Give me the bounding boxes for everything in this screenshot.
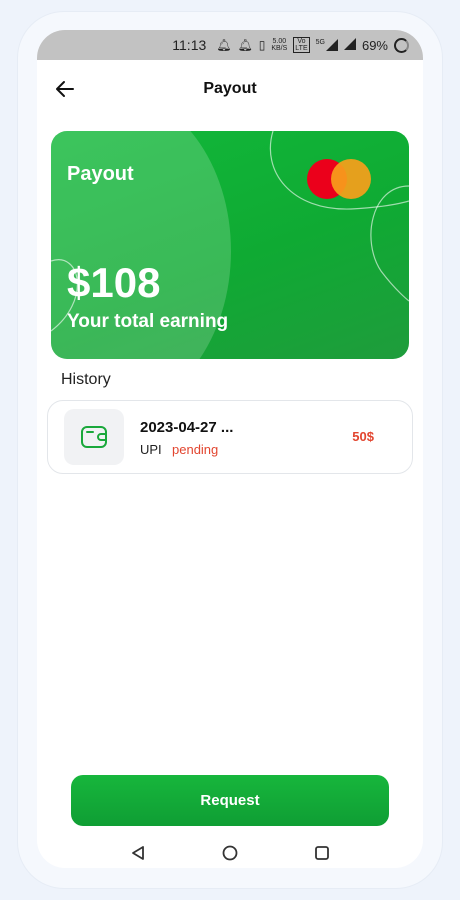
history-list-item[interactable]: 2023-04-27 ... UPI pending 50$ — [47, 400, 413, 474]
net-speed-value: 5.00 — [272, 38, 287, 45]
system-nav-bar — [37, 838, 423, 868]
mastercard-logo — [307, 159, 371, 201]
total-earning-amount: $108 — [67, 259, 161, 306]
battery-percent: 69% — [361, 37, 388, 53]
volte-bottom: LTE — [295, 45, 308, 52]
status-time: 11:13 — [172, 37, 207, 53]
wallet-icon — [81, 426, 107, 448]
page-title: Payout — [203, 80, 257, 97]
history-method: UPI — [140, 442, 162, 457]
volte-top: Vo — [297, 38, 306, 45]
header: Payout — [37, 60, 423, 118]
history-heading: History — [61, 371, 111, 388]
net-speed: 5.00 KB/S — [271, 38, 287, 52]
home-circle-icon[interactable] — [220, 843, 240, 863]
history-amount: 50$ — [352, 429, 374, 444]
recents-square-icon[interactable] — [312, 843, 332, 863]
network-type: 5G — [315, 39, 325, 46]
net-speed-unit: KB/S — [271, 45, 288, 52]
back-triangle-icon[interactable] — [128, 843, 148, 863]
signal-icon: 5G — [316, 39, 338, 51]
vibrate-icon: ▯ — [258, 38, 266, 52]
battery-icon — [394, 37, 409, 53]
bell-icon: 🔔︎ — [216, 38, 232, 52]
wallet-tile — [64, 409, 124, 465]
app-screen: 11:13 🔔︎ 🔔︎ ▯ 5.00 KB/S Vo LTE 5G 69% Pa… — [37, 30, 423, 868]
total-earning-label: Your total earning — [67, 311, 229, 332]
volte-badge: Vo LTE — [293, 37, 310, 53]
history-date: 2023-04-27 ... — [140, 419, 234, 436]
bell-icon: 🔔︎ — [237, 38, 253, 52]
mastercard-orange-circle — [331, 159, 371, 199]
history-status: pending — [172, 442, 219, 457]
card-title: Payout — [67, 163, 134, 185]
signal-icon — [343, 37, 356, 53]
status-bar: 11:13 🔔︎ 🔔︎ ▯ 5.00 KB/S Vo LTE 5G 69% — [37, 30, 423, 60]
earnings-card: Payout $108 Your total earning — [51, 131, 409, 359]
request-button[interactable]: Request — [71, 775, 389, 826]
arrow-left-icon[interactable] — [53, 77, 77, 101]
